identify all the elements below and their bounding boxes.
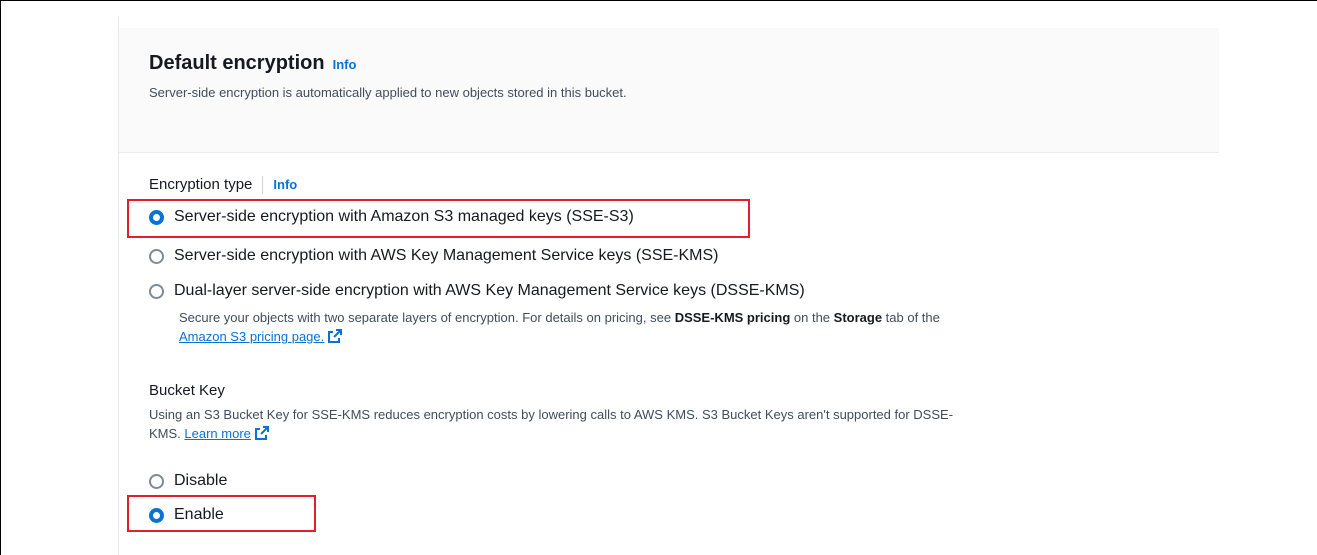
bucket-key-label: Bucket Key bbox=[149, 382, 225, 399]
desc-text: KMS. bbox=[149, 426, 185, 441]
radio-label: Dual-layer server-side encryption with A… bbox=[174, 282, 805, 299]
radio-dsse-kms[interactable]: Dual-layer server-side encryption with A… bbox=[149, 282, 805, 300]
radio-label: Server-side encryption with AWS Key Mana… bbox=[174, 247, 719, 264]
desc-text: on the bbox=[790, 310, 834, 325]
radio-unselected-icon[interactable] bbox=[149, 248, 164, 264]
desc-bold-storage: Storage bbox=[833, 310, 883, 325]
radio-sse-kms[interactable]: Server-side encryption with AWS Key Mana… bbox=[149, 247, 719, 265]
highlight-box-enable bbox=[127, 495, 316, 532]
label-divider bbox=[262, 176, 264, 195]
desc-text: tab of the bbox=[882, 310, 940, 325]
encryption-type-info-link[interactable]: Info bbox=[273, 177, 297, 192]
title-text: Default encryption bbox=[149, 52, 325, 74]
page-title: Default encryption Info bbox=[149, 52, 356, 75]
bucket-key-description: Using an S3 Bucket Key for SSE-KMS reduc… bbox=[149, 405, 1219, 443]
radio-unselected-icon[interactable] bbox=[149, 473, 164, 489]
s3-pricing-link[interactable]: Amazon S3 pricing page. bbox=[179, 329, 324, 344]
encryption-type-label: Encryption type bbox=[149, 176, 253, 193]
section-description: Server-side encryption is automatically … bbox=[149, 85, 627, 100]
desc-text: Secure your objects with two separate la… bbox=[179, 310, 675, 325]
title-info-link[interactable]: Info bbox=[333, 57, 357, 72]
radio-bucket-key-disable[interactable]: Disable bbox=[149, 472, 227, 490]
learn-more-link[interactable]: Learn more bbox=[184, 426, 250, 441]
desc-text: Using an S3 Bucket Key for SSE-KMS reduc… bbox=[149, 407, 954, 422]
external-link-icon[interactable] bbox=[327, 328, 343, 344]
encryption-type-label-row: Encryption type Info bbox=[149, 176, 297, 195]
radio-unselected-icon[interactable] bbox=[149, 283, 164, 299]
radio-label: Disable bbox=[174, 472, 228, 489]
default-encryption-panel: Default encryption Info Server-side encry… bbox=[118, 16, 1219, 555]
dsse-kms-description: Secure your objects with two separate la… bbox=[179, 308, 1219, 346]
external-link-icon[interactable] bbox=[254, 425, 270, 441]
highlight-box-sse-s3 bbox=[127, 199, 750, 238]
desc-bold-pricing: DSSE-KMS pricing bbox=[674, 310, 791, 325]
